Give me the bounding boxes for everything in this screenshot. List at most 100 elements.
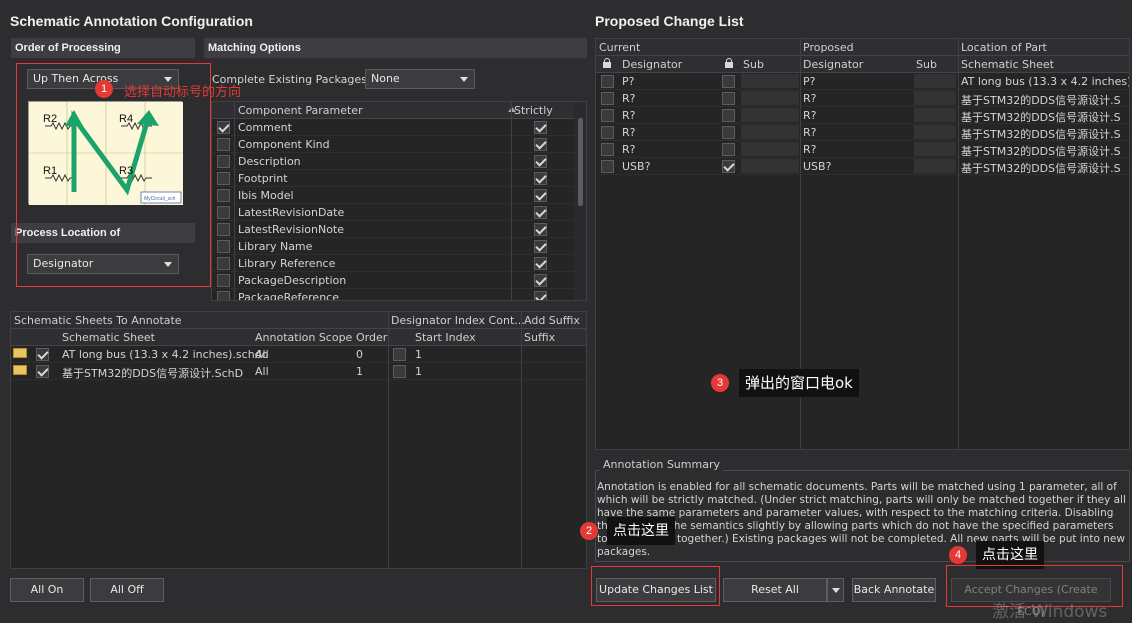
sheet-order[interactable]: 1: [356, 365, 363, 378]
parameter-name: Component Kind: [238, 138, 330, 151]
order-of-processing-header: Order of Processing: [11, 38, 195, 58]
parameter-include-checkbox[interactable]: [217, 155, 230, 168]
change-row[interactable]: R? R? 基于STM32的DDS信号源设计.S: [596, 90, 1129, 107]
parameter-strict-checkbox[interactable]: [534, 138, 547, 151]
parameter-row[interactable]: Component Kind: [212, 136, 586, 153]
annotation-callout-2: 点击这里: [607, 517, 675, 545]
parameter-row[interactable]: LatestRevisionNote: [212, 221, 586, 238]
col-start-index: Start Index: [415, 331, 476, 344]
parameter-strict-checkbox[interactable]: [534, 257, 547, 270]
parameter-include-checkbox[interactable]: [217, 189, 230, 202]
parameter-strict-checkbox[interactable]: [534, 155, 547, 168]
current-lock-checkbox[interactable]: [601, 126, 614, 139]
sheets-column-header: Schematic Sheet Annotation Scope Order S…: [11, 329, 586, 346]
scrollbar-vertical[interactable]: [574, 102, 586, 300]
parameter-row[interactable]: Footprint: [212, 170, 586, 187]
parameter-row[interactable]: PackageReference: [212, 289, 586, 300]
sub-lock-checkbox[interactable]: [722, 75, 735, 88]
matching-grid-header: Component Parameter Strictly: [212, 102, 586, 119]
current-lock-checkbox[interactable]: [601, 92, 614, 105]
scrollbar-thumb[interactable]: [578, 118, 583, 206]
sheet-order[interactable]: 0: [356, 348, 363, 361]
change-row[interactable]: R? R? 基于STM32的DDS信号源设计.S: [596, 107, 1129, 124]
location-sheet: 基于STM32的DDS信号源设计.S: [961, 145, 1121, 158]
current-designator: P?: [622, 75, 635, 88]
all-off-button[interactable]: All Off: [90, 578, 164, 602]
sheet-enable-checkbox[interactable]: [36, 365, 49, 378]
proposed-designator: R?: [803, 143, 817, 156]
current-lock-checkbox[interactable]: [601, 75, 614, 88]
proposed-designator: USB?: [803, 160, 832, 173]
parameter-include-checkbox[interactable]: [217, 138, 230, 151]
parameter-include-checkbox[interactable]: [217, 274, 230, 287]
col-order: Order: [356, 331, 388, 344]
start-index-checkbox[interactable]: [393, 365, 406, 378]
parameter-include-checkbox[interactable]: [217, 257, 230, 270]
sheet-scope[interactable]: All: [255, 348, 269, 361]
change-row[interactable]: R? R? 基于STM32的DDS信号源设计.S: [596, 124, 1129, 141]
current-designator: R?: [622, 143, 636, 156]
col-strictly: Strictly: [514, 104, 553, 117]
complete-packages-dropdown[interactable]: None: [365, 69, 475, 89]
parameter-strict-checkbox[interactable]: [534, 206, 547, 219]
sheet-scope[interactable]: All: [255, 365, 269, 378]
current-lock-checkbox[interactable]: [601, 109, 614, 122]
reset-all-menu-button[interactable]: [827, 578, 844, 602]
proposed-designator: R?: [803, 109, 817, 122]
current-designator: R?: [622, 126, 636, 139]
schematic-sheet-icon: [13, 365, 27, 375]
start-index-checkbox[interactable]: [393, 348, 406, 361]
change-row[interactable]: P? P? AT long bus (13.3 x 4.2 inches).sc: [596, 73, 1129, 90]
change-row[interactable]: R? R? 基于STM32的DDS信号源设计.S: [596, 141, 1129, 158]
parameter-strict-checkbox[interactable]: [534, 121, 547, 134]
parameter-include-checkbox[interactable]: [217, 172, 230, 185]
sheet-row[interactable]: 基于STM32的DDS信号源设计.SchD All 1 1: [11, 363, 586, 380]
parameter-include-checkbox[interactable]: [217, 223, 230, 236]
change-column-header: Designator Sub Designator Sub Schematic …: [596, 56, 1129, 73]
all-on-button[interactable]: All On: [10, 578, 84, 602]
current-lock-checkbox[interactable]: [601, 160, 614, 173]
parameter-strict-checkbox[interactable]: [534, 274, 547, 287]
parameter-strict-checkbox[interactable]: [534, 291, 547, 300]
parameter-include-checkbox[interactable]: [217, 121, 230, 134]
reset-all-button[interactable]: Reset All: [723, 578, 827, 602]
parameter-row[interactable]: Description: [212, 153, 586, 170]
parameter-include-checkbox[interactable]: [217, 240, 230, 253]
location-sheet: 基于STM32的DDS信号源设计.S: [961, 162, 1121, 175]
parameter-row[interactable]: LatestRevisionDate: [212, 204, 586, 221]
parameter-row[interactable]: Library Name: [212, 238, 586, 255]
parameter-strict-checkbox[interactable]: [534, 189, 547, 202]
parameter-strict-checkbox[interactable]: [534, 172, 547, 185]
proposed-sub-cell: [914, 91, 956, 105]
parameter-row[interactable]: Library Reference: [212, 255, 586, 272]
sheet-row[interactable]: AT long bus (13.3 x 4.2 inches).schdo All…: [11, 346, 586, 363]
parameter-name: Library Reference: [238, 257, 336, 270]
group-add-suffix: Add Suffix: [524, 314, 580, 327]
parameter-row[interactable]: PackageDescription: [212, 272, 586, 289]
sub-lock-checkbox[interactable]: [722, 92, 735, 105]
chevron-down-icon: [832, 588, 840, 593]
parameter-row[interactable]: Comment: [212, 119, 586, 136]
sheet-name: 基于STM32的DDS信号源设计.SchD: [62, 367, 244, 380]
back-annotate-button[interactable]: Back Annotate: [852, 578, 936, 602]
parameter-row[interactable]: Ibis Model: [212, 187, 586, 204]
parameter-name: Description: [238, 155, 301, 168]
parameter-strict-checkbox[interactable]: [534, 240, 547, 253]
proposed-sub-cell: [914, 142, 956, 156]
sub-lock-checkbox[interactable]: [722, 126, 735, 139]
sheet-enable-checkbox[interactable]: [36, 348, 49, 361]
sheet-start-index[interactable]: 1: [415, 348, 422, 361]
sheet-start-index[interactable]: 1: [415, 365, 422, 378]
sheets-group-header: Schematic Sheets To Annotate Designator …: [11, 312, 586, 329]
sub-lock-checkbox[interactable]: [722, 160, 735, 173]
proposed-designator: R?: [803, 92, 817, 105]
sub-lock-checkbox[interactable]: [722, 109, 735, 122]
current-sub-cell: [741, 108, 799, 122]
current-lock-checkbox[interactable]: [601, 143, 614, 156]
change-row[interactable]: USB? USB? 基于STM32的DDS信号源设计.S: [596, 158, 1129, 175]
lock-icon: [603, 58, 611, 68]
parameter-include-checkbox[interactable]: [217, 206, 230, 219]
parameter-strict-checkbox[interactable]: [534, 223, 547, 236]
sub-lock-checkbox[interactable]: [722, 143, 735, 156]
parameter-include-checkbox[interactable]: [217, 291, 230, 300]
